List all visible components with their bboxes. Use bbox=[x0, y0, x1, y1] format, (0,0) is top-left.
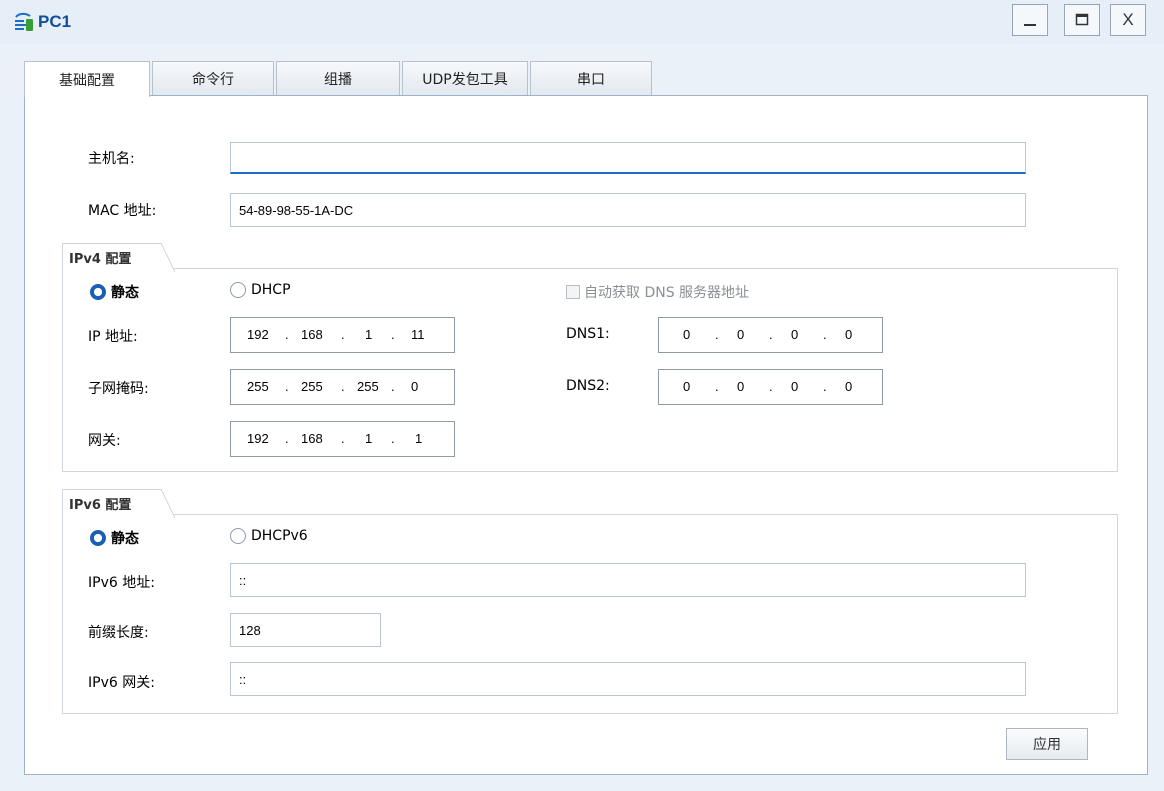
dns1-input[interactable]: 0 . 0 . 0 . 0 bbox=[658, 317, 883, 353]
tab-serial[interactable]: 串口 bbox=[530, 61, 652, 96]
mask-octet-4: 0 bbox=[411, 379, 419, 394]
mac-address-field[interactable]: 54-89-98-55-1A-DC bbox=[230, 193, 1026, 227]
ipv4-dhcp-label: DHCP bbox=[251, 282, 291, 298]
ip-dot: . bbox=[715, 327, 719, 342]
ipv6-dhcpv6-radio[interactable]: DHCPv6 bbox=[230, 528, 308, 544]
window-title: PC1 bbox=[38, 12, 72, 31]
tab-udp-tool[interactable]: UDP发包工具 bbox=[402, 61, 528, 96]
ip-dot: . bbox=[391, 327, 395, 342]
prefix-length-input[interactable]: 128 bbox=[230, 613, 381, 647]
ip-address-input[interactable]: 192 . 168 . 1 . 11 bbox=[230, 317, 455, 353]
ip-dot: . bbox=[285, 431, 289, 446]
ip-dot: . bbox=[769, 327, 773, 342]
ip-dot: . bbox=[285, 327, 289, 342]
gateway-label: 网关: bbox=[88, 433, 121, 449]
ipv6-gateway-input[interactable]: :: bbox=[230, 662, 1026, 696]
ip-octet-3: 1 bbox=[365, 327, 373, 342]
ip-dot: . bbox=[285, 379, 289, 394]
ip-dot: . bbox=[769, 379, 773, 394]
prefix-length-label: 前缀长度: bbox=[88, 625, 149, 641]
radio-selected-icon bbox=[90, 530, 106, 546]
apply-button[interactable]: 应用 bbox=[1006, 728, 1088, 760]
tab-bar: 基础配置 命令行 组播 UDP发包工具 串口 bbox=[24, 61, 664, 97]
dns2-input[interactable]: 0 . 0 . 0 . 0 bbox=[658, 369, 883, 405]
tab-corner-shape bbox=[161, 243, 175, 272]
app-window: PC1 X 基础配置 命令行 组播 UDP发包工具 串口 主机名: MAC 地址… bbox=[0, 0, 1164, 791]
mask-octet-3: 255 bbox=[357, 379, 379, 394]
ipv6-dhcpv6-label: DHCPv6 bbox=[251, 528, 308, 544]
tab-corner-shape bbox=[161, 489, 175, 518]
maximize-button[interactable] bbox=[1064, 4, 1100, 36]
ipv6-address-label: IPv6 地址: bbox=[88, 575, 155, 591]
dns2-octet-3: 0 bbox=[791, 379, 799, 394]
dns2-label: DNS2: bbox=[566, 378, 610, 394]
dns1-octet-3: 0 bbox=[791, 327, 799, 342]
ipv6-group-header: IPv6 配置 bbox=[62, 489, 175, 518]
ip-octet-4: 11 bbox=[411, 327, 425, 342]
gateway-input[interactable]: 192 . 168 . 1 . 1 bbox=[230, 421, 455, 457]
checkbox-unchecked-icon bbox=[566, 285, 580, 299]
auto-dns-label: 自动获取 DNS 服务器地址 bbox=[584, 285, 750, 301]
ipv4-static-label: 静态 bbox=[111, 285, 139, 301]
dns2-octet-1: 0 bbox=[683, 379, 691, 394]
ipv6-static-radio[interactable]: 静态 bbox=[90, 528, 139, 548]
dns1-octet-4: 0 bbox=[845, 327, 853, 342]
hostname-label: 主机名: bbox=[88, 151, 135, 167]
subnet-mask-input[interactable]: 255 . 255 . 255 . 0 bbox=[230, 369, 455, 405]
ip-dot: . bbox=[341, 379, 345, 394]
dns1-octet-2: 0 bbox=[737, 327, 745, 342]
ipv4-group-header: IPv4 配置 bbox=[62, 243, 175, 272]
tab-command-line[interactable]: 命令行 bbox=[152, 61, 274, 96]
ipv6-static-label: 静态 bbox=[111, 531, 139, 547]
auto-dns-checkbox[interactable]: 自动获取 DNS 服务器地址 bbox=[566, 282, 749, 302]
dns1-octet-1: 0 bbox=[683, 327, 691, 342]
mask-octet-1: 255 bbox=[247, 379, 269, 394]
ipv6-gateway-label: IPv6 网关: bbox=[88, 675, 155, 691]
ip-address-label: IP 地址: bbox=[88, 329, 138, 345]
ipv4-group-title: IPv4 配置 bbox=[69, 252, 132, 267]
radio-unselected-icon bbox=[230, 282, 246, 298]
ip-dot: . bbox=[391, 379, 395, 394]
gw-octet-3: 1 bbox=[365, 431, 373, 446]
radio-unselected-icon bbox=[230, 528, 246, 544]
ip-dot: . bbox=[341, 327, 345, 342]
subnet-mask-label: 子网掩码: bbox=[88, 381, 149, 397]
ip-octet-1: 192 bbox=[247, 327, 269, 342]
close-button[interactable]: X bbox=[1110, 4, 1146, 36]
ipv6-group-title: IPv6 配置 bbox=[69, 498, 132, 513]
tab-multicast[interactable]: 组播 bbox=[276, 61, 400, 96]
ip-dot: . bbox=[823, 379, 827, 394]
hostname-input[interactable] bbox=[230, 142, 1026, 174]
ip-dot: . bbox=[341, 431, 345, 446]
close-icon: X bbox=[1122, 10, 1134, 29]
ip-dot: . bbox=[391, 431, 395, 446]
gw-octet-1: 192 bbox=[247, 431, 269, 446]
tab-basic-config[interactable]: 基础配置 bbox=[24, 61, 150, 97]
ip-octet-2: 168 bbox=[301, 327, 323, 342]
minimize-button[interactable] bbox=[1012, 4, 1048, 36]
dns1-label: DNS1: bbox=[566, 326, 610, 342]
ipv4-static-radio[interactable]: 静态 bbox=[90, 282, 139, 302]
mac-label: MAC 地址: bbox=[88, 203, 157, 219]
mask-octet-2: 255 bbox=[301, 379, 323, 394]
radio-selected-icon bbox=[90, 284, 106, 300]
maximize-icon bbox=[1075, 13, 1089, 26]
dns2-octet-2: 0 bbox=[737, 379, 745, 394]
ip-dot: . bbox=[715, 379, 719, 394]
gw-octet-4: 1 bbox=[415, 431, 423, 446]
dns2-octet-4: 0 bbox=[845, 379, 853, 394]
ipv4-dhcp-radio[interactable]: DHCP bbox=[230, 282, 291, 298]
title-bar: PC1 X bbox=[0, 0, 1164, 44]
gw-octet-2: 168 bbox=[301, 431, 323, 446]
network-pc-icon bbox=[15, 12, 33, 31]
ip-dot: . bbox=[823, 327, 827, 342]
minimize-icon bbox=[1024, 24, 1036, 26]
ipv6-address-input[interactable]: :: bbox=[230, 563, 1026, 597]
